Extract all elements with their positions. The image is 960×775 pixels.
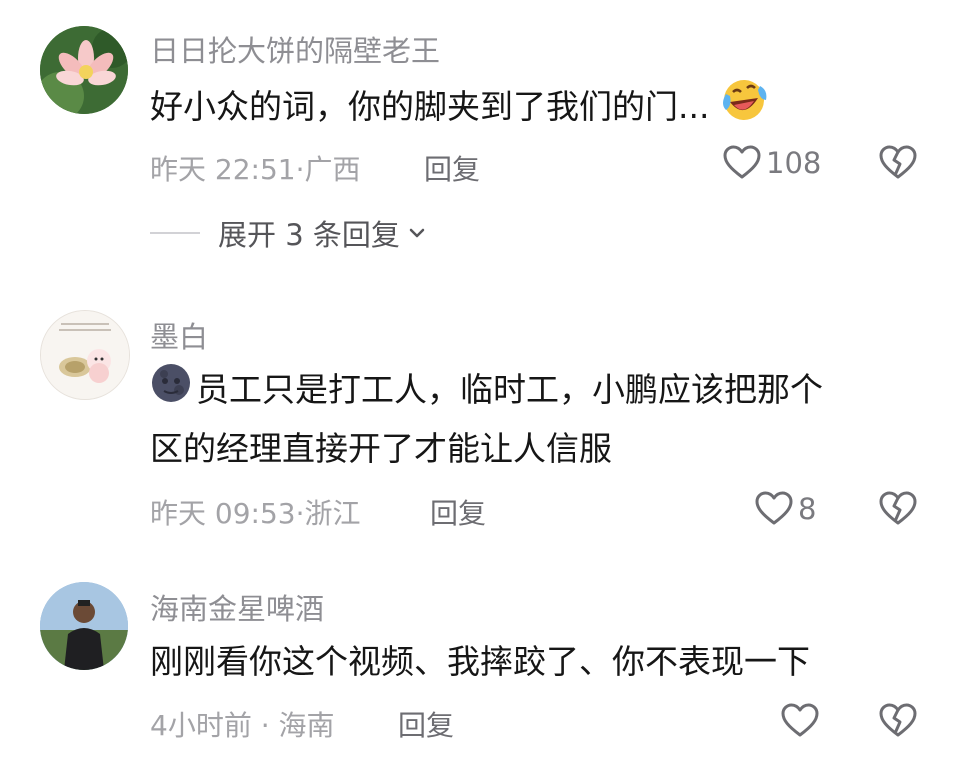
avatar-image (41, 311, 129, 399)
broken-heart-icon (879, 703, 917, 737)
username[interactable]: 墨白 (150, 314, 208, 356)
username[interactable]: 日日抡大饼的隔壁老王 (150, 28, 440, 70)
comment-meta: 4小时前 · 海南 (150, 704, 335, 744)
like-button[interactable]: 8 (754, 489, 816, 529)
reply-button[interactable]: 回复 (430, 492, 486, 532)
comment-text: 刚刚看你这个视频、我摔跤了、你不表现一下 (150, 642, 810, 681)
dislike-button[interactable] (878, 701, 918, 741)
expand-replies-label: 展开 3 条回复 (218, 218, 400, 252)
comment-location: 海南 (278, 709, 335, 742)
reply-button[interactable]: 回复 (398, 704, 454, 744)
comment-meta: 昨天 09:53·浙江 (150, 492, 361, 532)
dislike-button[interactable] (878, 143, 918, 183)
like-button[interactable] (780, 701, 824, 741)
avatar[interactable] (40, 310, 130, 400)
comment-text-line: 员工只是打工人，临时工，小鹏应该把那个 (150, 362, 930, 421)
comment-time: 昨天 22:51· (150, 153, 305, 186)
avatar-image (40, 582, 128, 670)
comment-time: 昨天 09:53· (150, 497, 305, 530)
broken-heart-icon (879, 491, 917, 525)
comment-location: 广西 (304, 153, 361, 186)
comment-meta: 昨天 22:51·广西 (150, 148, 361, 188)
avatar[interactable] (40, 582, 128, 670)
comment-time: 4小时前 · (150, 709, 270, 742)
comment-text-line: 区的经理直接开了才能让人信服 (150, 429, 612, 468)
comment-text-content: 好小众的词，你的脚夹到了我们的门... (150, 87, 710, 126)
heart-icon (755, 491, 793, 525)
like-count: 8 (798, 492, 817, 526)
like-button[interactable]: 108 (722, 143, 821, 183)
heart-icon (723, 145, 761, 179)
comment-text: 好小众的词，你的脚夹到了我们的门... (150, 76, 930, 141)
broken-heart-icon (879, 145, 917, 179)
dislike-button[interactable] (878, 489, 918, 529)
comment-text-content: 员工只是打工人，临时工，小鹏应该把那个 (196, 370, 823, 409)
like-count: 108 (766, 146, 822, 180)
comment-text: 员工只是打工人，临时工，小鹏应该把那个 区的经理直接开了才能让人信服 (150, 362, 930, 477)
chevron-down-icon (409, 228, 425, 238)
expand-replies-button[interactable]: 展开 3 条回复 (150, 212, 428, 254)
comment-location: 浙江 (304, 497, 361, 530)
divider-line (150, 232, 200, 234)
heart-icon (781, 703, 819, 737)
new-moon-face-icon (150, 362, 192, 421)
reply-button[interactable]: 回复 (424, 148, 480, 188)
lotus-avatar-image (40, 26, 128, 114)
avatar[interactable] (40, 26, 128, 114)
username[interactable]: 海南金星啤酒 (150, 586, 324, 628)
laughing-crying-emoji-icon (720, 76, 768, 141)
